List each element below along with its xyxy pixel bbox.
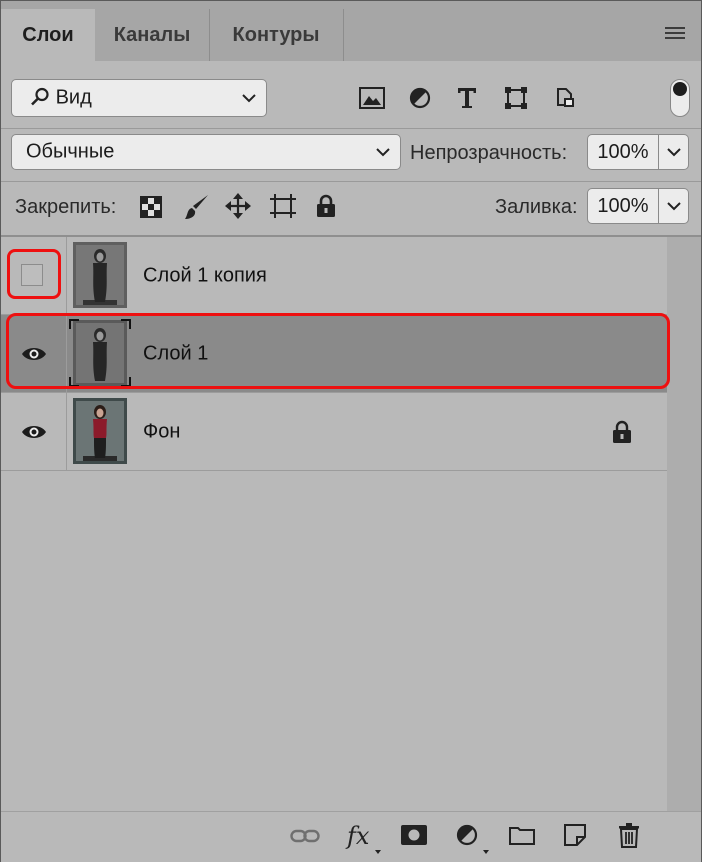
lock-label: Закрепить: xyxy=(15,196,117,218)
layers-bottom-toolbar: fx xyxy=(1,811,701,862)
folder-icon[interactable] xyxy=(509,825,535,845)
tab-channels[interactable]: Каналы xyxy=(95,9,210,61)
lock-all-icon[interactable] xyxy=(316,194,336,218)
smart-object-filter-icon[interactable] xyxy=(554,86,576,110)
chevron-down-icon xyxy=(666,202,681,211)
adjustment-icon[interactable] xyxy=(456,824,478,846)
fx-menu-arrow xyxy=(375,850,381,854)
panel-menu-icon[interactable] xyxy=(665,27,685,39)
link-icon[interactable] xyxy=(290,828,320,844)
visibility-highlight xyxy=(7,249,61,299)
trash-icon[interactable] xyxy=(618,822,640,848)
lock-position-icon[interactable] xyxy=(225,193,251,219)
fill-label: Заливка: xyxy=(495,196,578,218)
layer-thumbnail xyxy=(73,242,127,308)
pixel-filter-icon[interactable] xyxy=(359,87,385,109)
visibility-toggle[interactable] xyxy=(1,393,67,470)
blend-mode-value: Обычные xyxy=(26,140,115,163)
search-icon xyxy=(31,87,49,106)
layer-name[interactable]: Фон xyxy=(143,420,180,443)
layer-row[interactable]: Фон xyxy=(1,393,667,471)
adjustment-filter-icon[interactable] xyxy=(409,87,431,109)
new-layer-icon[interactable] xyxy=(564,824,586,846)
divider xyxy=(1,128,701,129)
blend-mode-select[interactable]: Обычные xyxy=(11,134,401,170)
divider xyxy=(1,181,701,182)
tab-paths[interactable]: Контуры xyxy=(209,9,344,61)
opacity-dropdown[interactable] xyxy=(659,134,689,170)
filter-kind-label: Вид xyxy=(55,86,92,109)
lock-transparent-pixels-icon[interactable] xyxy=(140,196,162,218)
filter-kind-select[interactable]: Вид xyxy=(11,79,267,117)
filter-toggle-knob xyxy=(673,82,687,96)
selected-layer-highlight xyxy=(6,313,670,389)
eye-icon xyxy=(22,426,46,438)
lock-artboard-icon[interactable] xyxy=(269,193,297,219)
fill-dropdown[interactable] xyxy=(659,188,689,224)
type-filter-icon[interactable] xyxy=(457,87,477,109)
layers-scrollbar[interactable] xyxy=(667,237,701,811)
layer-name[interactable]: Слой 1 копия xyxy=(143,264,267,287)
fill-input[interactable]: 100% xyxy=(587,188,659,224)
mask-icon[interactable] xyxy=(401,825,427,845)
chevron-down-icon xyxy=(666,148,681,157)
layers-panel: Слои Каналы Контуры Вид Обычные Непрозра… xyxy=(0,0,702,862)
chevron-down-icon xyxy=(376,148,390,157)
adjustment-menu-arrow xyxy=(483,850,489,854)
shape-filter-icon[interactable] xyxy=(504,86,528,110)
chevron-down-icon xyxy=(242,94,256,103)
opacity-input[interactable]: 100% xyxy=(587,134,659,170)
fx-icon[interactable]: fx xyxy=(347,822,369,850)
layer-thumbnail xyxy=(73,398,127,464)
opacity-label: Непрозрачность: xyxy=(410,142,568,164)
filter-kind-wrap: Вид xyxy=(30,87,92,110)
layer-lock-icon[interactable] xyxy=(612,420,632,444)
layer-row[interactable]: Слой 1 копия xyxy=(1,237,667,315)
tab-bar: Слои Каналы Контуры xyxy=(1,1,701,61)
lock-image-pixels-icon[interactable] xyxy=(184,193,210,221)
tab-layers[interactable]: Слои xyxy=(1,9,95,61)
filter-toggle[interactable] xyxy=(670,79,690,117)
